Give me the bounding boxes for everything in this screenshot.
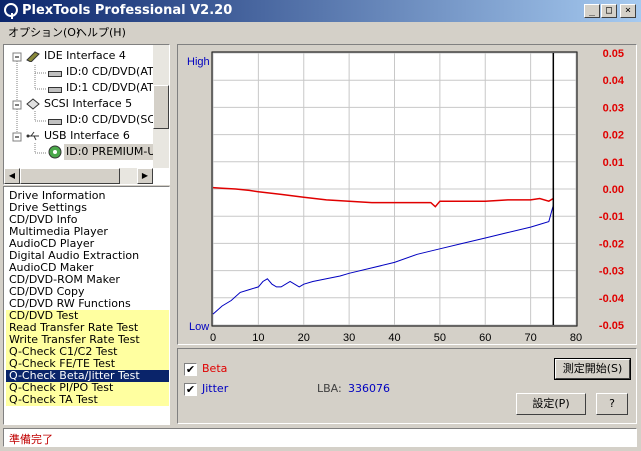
right-tick-label: -0.02	[599, 238, 624, 250]
x-tick-label: 40	[388, 332, 400, 344]
x-tick-label: 50	[434, 332, 446, 344]
x-tick-label: 20	[298, 332, 310, 344]
x-tick-label: 0	[210, 332, 216, 344]
x-tick-label: 10	[252, 332, 264, 344]
status-text: 準備完了	[9, 433, 53, 446]
jitter-checkbox[interactable]: ✔	[184, 383, 197, 396]
x-tick-label: 60	[479, 332, 491, 344]
low-label: Low	[189, 321, 209, 333]
right-tick-label: -0.03	[599, 266, 624, 278]
right-tick-label: -0.04	[599, 293, 625, 305]
right-tick-label: 0.02	[603, 130, 624, 142]
right-tick-label: 0.04	[603, 75, 625, 87]
settings-button[interactable]: 設定(P)	[516, 393, 586, 415]
right-axis-ticks: 0.05 0.04 0.03 0.02 0.01 0.00 -0.01 -0.02 -0.03 -…	[599, 48, 625, 332]
lba-value: 336076	[348, 382, 390, 395]
right-tick-label: 0.03	[603, 102, 624, 114]
x-tick-label: 30	[343, 332, 355, 344]
beta-checkbox[interactable]: ✔	[184, 363, 197, 376]
start-measure-button[interactable]: 測定開始(S)	[554, 358, 631, 380]
x-tick-label: 80	[570, 332, 582, 344]
high-label: High	[187, 56, 210, 68]
beta-legend-label: Beta	[202, 362, 228, 375]
lba-label: LBA:	[317, 382, 342, 395]
right-tick-label: 0.00	[603, 184, 624, 196]
status-bar: 準備完了	[3, 428, 637, 447]
right-tick-label: 0.05	[603, 48, 624, 60]
x-tick-label: 70	[525, 332, 537, 344]
jitter-legend-label: Jitter	[202, 382, 229, 395]
right-tick-label: -0.01	[599, 211, 624, 223]
right-tick-label: 0.01	[603, 157, 624, 169]
right-tick-label: -0.05	[599, 320, 624, 332]
app-window: PlexTools Professional V2.20 _ □ × オプション…	[0, 0, 641, 451]
help-button[interactable]: ?	[596, 393, 628, 415]
x-axis-ticks: 0 10 20 30 40 50 60 70 80	[210, 332, 582, 344]
